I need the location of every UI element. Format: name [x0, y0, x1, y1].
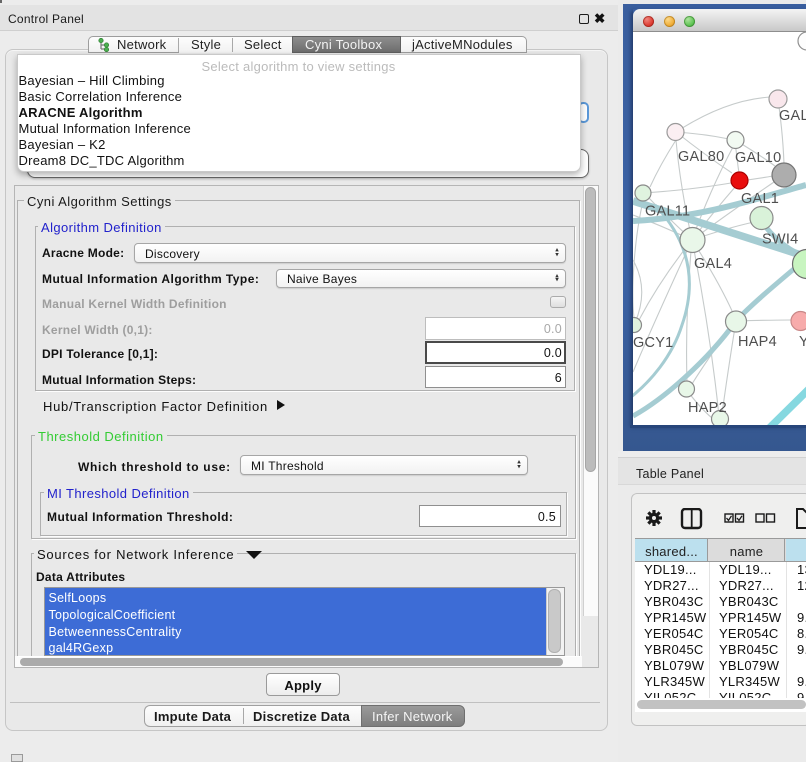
- svg-text:GAL80: GAL80: [678, 149, 724, 165]
- svg-text:HAP4: HAP4: [738, 334, 777, 350]
- svg-text:GAL10: GAL10: [735, 150, 781, 166]
- svg-text:GAL11: GAL11: [645, 204, 690, 220]
- svg-text:SWI4: SWI4: [762, 232, 798, 248]
- svg-text:GAL7: GAL7: [779, 108, 806, 124]
- svg-text:YJL: YJL: [799, 334, 806, 350]
- svg-text:GAL1: GAL1: [741, 191, 779, 207]
- svg-text:GAL4: GAL4: [694, 256, 732, 272]
- svg-text:HAP2: HAP2: [688, 400, 727, 416]
- svg-text:GCY1: GCY1: [633, 335, 674, 351]
